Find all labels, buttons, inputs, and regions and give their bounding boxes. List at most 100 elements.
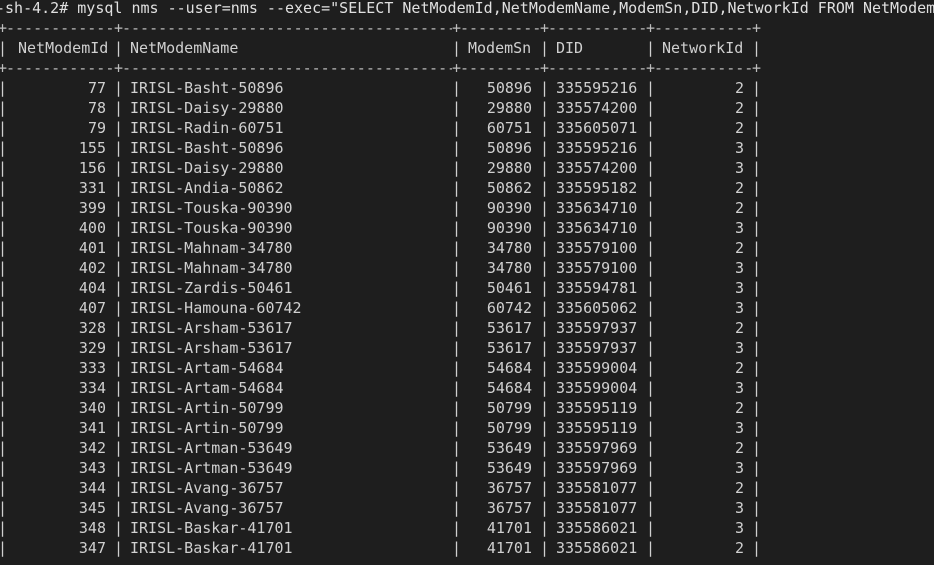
column-separator: |	[114, 299, 124, 317]
column-separator: |	[646, 99, 656, 117]
cell-netmodemid: 333	[78, 359, 106, 377]
column-separator: |	[646, 539, 656, 557]
column-separator: |	[540, 239, 550, 257]
column-separator: |	[114, 99, 124, 117]
column-separator: |	[540, 159, 550, 177]
command-line: -sh-4.2# mysql nms --user=nms --exec="SE…	[0, 0, 934, 18]
column-separator: |	[646, 439, 656, 457]
column-separator: |	[540, 499, 550, 517]
border-corner: +	[114, 59, 124, 77]
border-line: ------------	[654, 59, 752, 77]
column-separator: |	[752, 259, 762, 277]
cell-netmodemname: IRISL-Touska-90390	[130, 199, 293, 217]
cell-modemsn: 41701	[486, 539, 532, 557]
cell-did: 335597937	[556, 339, 638, 357]
column-separator: |	[752, 499, 762, 517]
cell-did: 335595119	[556, 419, 638, 437]
cell-networkid: 3	[734, 459, 744, 477]
table-header-row: | NetModemId | NetModemName | ModemSn | …	[0, 38, 761, 58]
cell-netmodemid: 79	[87, 119, 106, 137]
cell-modemsn: 90390	[486, 199, 532, 217]
cell-did: 335594781	[556, 279, 638, 297]
column-separator: |	[752, 519, 762, 537]
column-separator: |	[752, 299, 762, 317]
column-separator: |	[752, 139, 762, 157]
border-line: ------------	[548, 19, 646, 37]
column-separator: |	[540, 259, 550, 277]
cell-networkid: 2	[734, 119, 744, 137]
cell-networkid: 3	[734, 379, 744, 397]
column-separator: |	[752, 319, 762, 337]
column-separator: |	[114, 159, 124, 177]
column-separator: |	[540, 379, 550, 397]
cell-modemsn: 53649	[486, 439, 532, 457]
column-separator: |	[0, 99, 8, 117]
cell-modemsn: 90390	[486, 219, 532, 237]
cell-netmodemid: 78	[87, 99, 106, 117]
column-separator: |	[114, 279, 124, 297]
cell-netmodemname: IRISL-Andia-50862	[130, 179, 284, 197]
column-separator: |	[452, 99, 462, 117]
column-separator: |	[752, 179, 762, 197]
column-separator: |	[752, 539, 762, 557]
cell-modemsn: 54684	[486, 379, 532, 397]
shell-prompt: -sh-4.2#	[0, 0, 69, 17]
cell-netmodemname: IRISL-Baskar-41701	[130, 539, 293, 557]
column-separator: |	[452, 439, 462, 457]
column-separator: |	[540, 519, 550, 537]
cell-netmodemname: IRISL-Arsham-53617	[130, 339, 293, 357]
column-separator: |	[540, 359, 550, 377]
column-separator: |	[752, 459, 762, 477]
cell-did: 335595216	[556, 139, 638, 157]
column-separator: |	[114, 319, 124, 337]
column-separator: |	[114, 479, 124, 497]
column-separator: |	[452, 319, 462, 337]
cell-did: 335579100	[556, 239, 638, 257]
column-separator: |	[540, 99, 550, 117]
cell-netmodemid: 348	[78, 519, 106, 537]
column-separator: |	[452, 139, 462, 157]
cell-netmodemname: IRISL-Avang-36757	[130, 479, 284, 497]
column-separator: |	[646, 459, 656, 477]
column-separator: |	[114, 179, 124, 197]
column-separator: |	[646, 339, 656, 357]
cell-modemsn: 50896	[486, 79, 532, 97]
column-separator: |	[452, 479, 462, 497]
column-separator: |	[452, 379, 462, 397]
column-separator: |	[540, 319, 550, 337]
column-separator: |	[114, 379, 124, 397]
cell-modemsn: 60751	[486, 119, 532, 137]
column-separator: |	[0, 359, 8, 377]
cell-netmodemid: 345	[78, 499, 106, 517]
cell-networkid: 3	[734, 519, 744, 537]
cell-networkid: 3	[734, 339, 744, 357]
border-corner: +	[452, 59, 462, 77]
column-separator: |	[0, 319, 8, 337]
terminal-window[interactable]: -sh-4.2# mysql nms --user=nms --exec="SE…	[0, 0, 934, 565]
cell-did: 335597937	[556, 319, 638, 337]
column-separator: |	[114, 119, 124, 137]
column-separator: |	[114, 359, 124, 377]
cell-modemsn: 50896	[486, 139, 532, 157]
cell-netmodemid: 156	[78, 159, 106, 177]
cell-netmodemname: IRISL-Basht-50896	[130, 139, 284, 157]
cell-modemsn: 60742	[486, 299, 532, 317]
column-separator: |	[540, 399, 550, 417]
column-separator: |	[0, 299, 8, 317]
column-separator: |	[452, 339, 462, 357]
column-separator: |	[452, 39, 462, 57]
cell-netmodemid: 340	[78, 399, 106, 417]
column-separator: |	[452, 279, 462, 297]
cell-netmodemid: 328	[78, 319, 106, 337]
column-separator: |	[114, 399, 124, 417]
column-separator: |	[452, 219, 462, 237]
column-separator: |	[752, 479, 762, 497]
column-separator: |	[0, 479, 8, 497]
column-separator: |	[114, 339, 124, 357]
cell-netmodemid: 400	[78, 219, 106, 237]
column-separator: |	[646, 79, 656, 97]
cell-did: 335579100	[556, 259, 638, 277]
border-line: ------------	[654, 19, 752, 37]
cell-did: 335599004	[556, 379, 638, 397]
cell-networkid: 2	[734, 399, 744, 417]
